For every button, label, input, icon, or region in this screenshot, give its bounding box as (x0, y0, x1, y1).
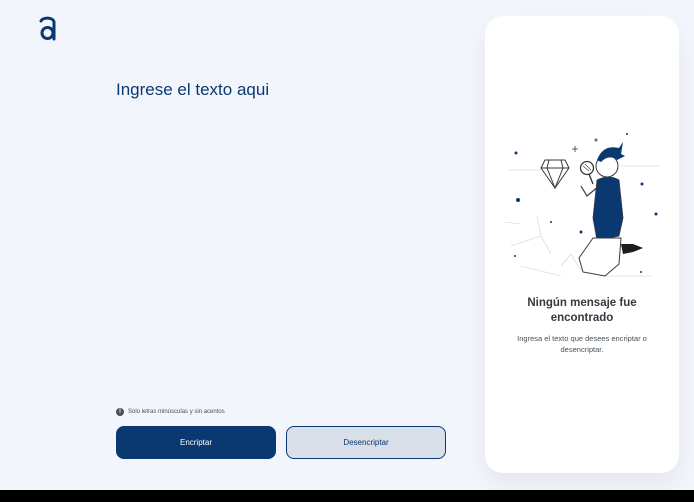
output-panel: Ningún mensaje fue encontrado Ingresa el… (485, 16, 679, 473)
alura-logo-icon (39, 16, 56, 41)
empty-state-title: Ningún mensaje fue encontrado (527, 297, 637, 324)
text-input[interactable]: Ingrese el texto aqui (116, 78, 446, 388)
person-with-magnifier-illustration (504, 133, 661, 277)
hint-text: Solo letras minúsculas y sin acentos (128, 409, 225, 415)
bottom-bar (0, 490, 694, 502)
empty-state-description: Ingresa el texto que desees encriptar o … (517, 334, 647, 354)
decrypt-button[interactable]: Desencriptar (286, 426, 446, 459)
input-hint: ! Solo letras minúsculas y sin acentos (116, 408, 225, 416)
encrypt-button[interactable]: Encriptar (116, 426, 276, 459)
info-icon: ! (116, 408, 124, 416)
